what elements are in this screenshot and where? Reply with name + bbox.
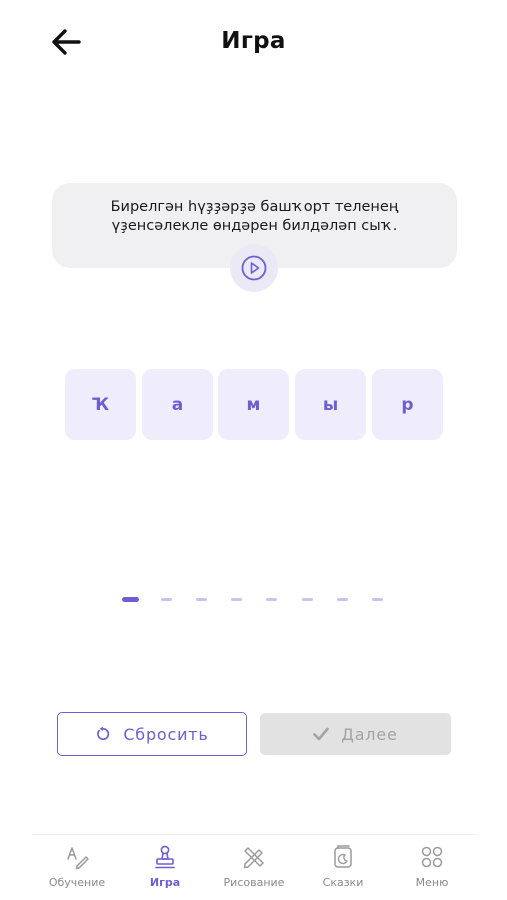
- bottom-tab-bar: Обучение Игра Рисование Сказки Меню: [32, 834, 477, 895]
- reset-icon: [97, 726, 110, 741]
- prompt-text: Бирелгән һүҙҙәрҙә башҡорт теленең үҙенсә…: [110, 198, 399, 234]
- tab-label: Игра: [149, 876, 181, 889]
- play-icon: [241, 255, 267, 281]
- letter-tile[interactable]: м: [218, 369, 289, 440]
- progress-dot: [231, 598, 242, 601]
- progress-indicator: [0, 597, 507, 603]
- progress-dot: [337, 598, 348, 601]
- progress-dot: [266, 598, 277, 601]
- letter-tile[interactable]: а: [142, 369, 213, 440]
- page-title: Игра: [221, 28, 286, 54]
- header: Игра: [0, 0, 507, 86]
- game-icon: [155, 845, 175, 869]
- next-button[interactable]: Далее: [260, 713, 451, 755]
- play-audio-button[interactable]: [230, 244, 278, 292]
- letter-tile[interactable]: Ҡ: [65, 369, 136, 440]
- progress-dot: [372, 598, 383, 601]
- letter-tile[interactable]: р: [372, 369, 443, 440]
- drawing-icon: [243, 847, 264, 869]
- next-label: Далее: [341, 724, 398, 744]
- progress-dot: [161, 598, 172, 601]
- tab-label: Обучение: [48, 876, 106, 889]
- tales-icon: [334, 845, 352, 868]
- progress-dot: [196, 598, 207, 601]
- learn-icon: [67, 847, 89, 870]
- tab-drawing[interactable]: Рисование: [209, 835, 299, 895]
- tab-game[interactable]: Игра: [120, 835, 210, 895]
- tab-label: Сказки: [322, 876, 364, 889]
- check-icon: [313, 727, 330, 741]
- menu-icon: [421, 846, 443, 868]
- letter-tile[interactable]: ы: [295, 369, 366, 440]
- tab-tales[interactable]: Сказки: [298, 835, 388, 895]
- tab-learning[interactable]: Обучение: [32, 835, 122, 895]
- progress-dot-active: [122, 597, 139, 602]
- progress-dot: [302, 598, 313, 601]
- tab-menu[interactable]: Меню: [387, 835, 477, 895]
- reset-label: Сбросить: [123, 724, 209, 744]
- reset-button[interactable]: Сбросить: [57, 712, 247, 756]
- tab-label: Рисование: [223, 876, 285, 889]
- tab-label: Меню: [415, 876, 449, 889]
